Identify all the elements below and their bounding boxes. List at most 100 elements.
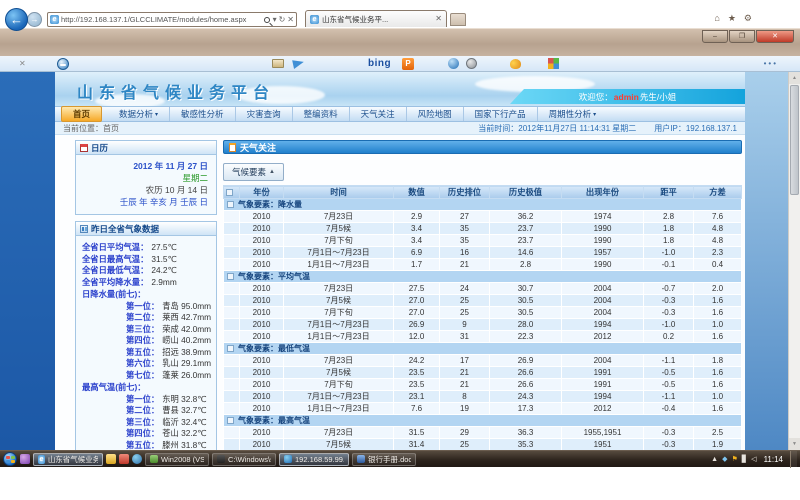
scroll-down-icon[interactable]: ▼ bbox=[789, 438, 800, 450]
table-row[interactable]: 20107月23日31.52936.31955,1951-0.32.5 bbox=[224, 427, 742, 439]
climate-element-button[interactable]: 气候要素 ▲ bbox=[223, 163, 284, 181]
nav-item-4[interactable]: 整编资料 bbox=[293, 107, 350, 121]
bird-icon[interactable] bbox=[510, 59, 521, 69]
camera-icon[interactable] bbox=[466, 58, 477, 69]
hidden-icons-arrow-icon[interactable]: ▲ bbox=[711, 456, 718, 463]
nav-item-0[interactable]: 首页 bbox=[61, 106, 102, 122]
group-row-2[interactable]: 气象要素：最低气温 bbox=[224, 343, 742, 355]
bing-logo[interactable]: bing bbox=[368, 58, 391, 69]
table-row[interactable]: 20101月1日～7月23日7.61917.32012-0.41.6 bbox=[224, 403, 742, 415]
network-icon[interactable]: ▊ bbox=[742, 455, 747, 463]
compatibility-icon[interactable] bbox=[57, 58, 69, 70]
url-text[interactable]: http://192.168.137.1/GLCCLIMATE/modules/… bbox=[61, 15, 262, 24]
group-row-1[interactable]: 气象要素：平均气温 bbox=[224, 271, 742, 283]
table-row[interactable]: 20107月23日27.52430.72004-0.72.0 bbox=[224, 283, 742, 295]
browser-scrollbar[interactable]: ▲ ▼ bbox=[788, 72, 800, 450]
group-checkbox[interactable] bbox=[227, 345, 234, 352]
quick-launch-icon[interactable] bbox=[20, 454, 30, 464]
favorites-star-icon[interactable]: ★ bbox=[728, 13, 736, 24]
refresh-icon[interactable]: ↻ bbox=[279, 16, 286, 24]
taskbar-clock[interactable]: 11:14 bbox=[764, 455, 783, 464]
table-row[interactable]: 20107月5候3.43523.719901.84.8 bbox=[224, 223, 742, 235]
nav-item-3[interactable]: 灾害查询 bbox=[236, 107, 293, 121]
nav-item-8[interactable]: 周期性分析▾ bbox=[538, 107, 608, 121]
table-row[interactable]: 20107月5候27.02530.52004-0.31.6 bbox=[224, 295, 742, 307]
home-icon[interactable]: ⌂ bbox=[714, 13, 719, 24]
volume-icon[interactable]: ◁ bbox=[751, 455, 756, 463]
maximize-button[interactable]: ❐ bbox=[729, 30, 755, 43]
column-header-3[interactable]: 历史排位 bbox=[440, 186, 490, 199]
contact-card-icon[interactable] bbox=[272, 59, 284, 68]
table-row[interactable]: 20101月1日～7月23日12.03122.320120.21.6 bbox=[224, 331, 742, 343]
plugin-icon[interactable] bbox=[548, 58, 559, 69]
autocomplete-dropdown-icon[interactable]: ▾ bbox=[273, 16, 277, 24]
table-row[interactable]: 20107月1日～7月23日26.9928.01994-1.01.0 bbox=[224, 319, 742, 331]
table-row[interactable]: 20107月下旬3.43523.719901.84.8 bbox=[224, 235, 742, 247]
table-row[interactable]: 20107月1日～7月23日6.91614.61957-1.02.3 bbox=[224, 247, 742, 259]
new-tab-button[interactable] bbox=[450, 13, 466, 26]
scrollbar-thumb[interactable] bbox=[790, 85, 799, 195]
group-checkbox[interactable] bbox=[227, 201, 234, 208]
cell-7: 1.0 bbox=[694, 319, 742, 331]
start-button[interactable] bbox=[3, 452, 17, 466]
media-player-icon[interactable] bbox=[119, 454, 129, 464]
browser-tab[interactable]: e 山东省气候业务平... ✕ bbox=[305, 10, 447, 27]
column-header-1[interactable]: 时间 bbox=[284, 186, 394, 199]
alert-flag-icon[interactable]: ⚑ bbox=[732, 455, 738, 463]
baidu-badge-icon[interactable]: P bbox=[402, 58, 414, 70]
cell-4: 30.7 bbox=[490, 283, 562, 295]
stop-icon[interactable]: ✕ bbox=[287, 16, 294, 24]
nav-item-2[interactable]: 敏感性分析 bbox=[170, 107, 236, 121]
group-row-3[interactable]: 气象要素：最高气温 bbox=[224, 415, 742, 427]
group-row-0[interactable]: 气象要素：降水量 bbox=[224, 199, 742, 211]
scroll-up-icon[interactable]: ▲ bbox=[789, 72, 800, 84]
table-row[interactable]: 20107月1日～7月23日23.1824.31994-1.11.0 bbox=[224, 391, 742, 403]
globe-icon[interactable] bbox=[448, 58, 459, 69]
taskbar-window-1[interactable]: C:\Windows\s... bbox=[212, 453, 276, 466]
overflow-dots-icon[interactable]: ••• bbox=[764, 59, 778, 68]
show-desktop-button[interactable] bbox=[790, 451, 797, 468]
taskbar-window-2[interactable]: 192.168.59.99... bbox=[279, 453, 349, 466]
column-header-5[interactable]: 出现年份 bbox=[562, 186, 644, 199]
group-checkbox[interactable] bbox=[227, 417, 234, 424]
folder-icon[interactable] bbox=[106, 454, 116, 464]
group-checkbox[interactable] bbox=[227, 273, 234, 280]
tab-close-icon[interactable]: ✕ bbox=[435, 15, 442, 23]
nav-item-6[interactable]: 风险地图 bbox=[407, 107, 464, 121]
column-header-0[interactable]: 年份 bbox=[240, 186, 284, 199]
table-row[interactable]: 20107月5候23.52126.61991-0.51.6 bbox=[224, 367, 742, 379]
close-button[interactable]: ✕ bbox=[756, 30, 794, 43]
taskbar-window-icon bbox=[150, 455, 158, 463]
rank-item: 第三位：临沂 32.4℃ bbox=[82, 417, 214, 429]
table-row[interactable]: 20101月1日～7月23日1.7212.81990-0.10.4 bbox=[224, 259, 742, 271]
user-ip: 用户IP：192.168.137.1 bbox=[654, 123, 737, 134]
app-icon[interactable] bbox=[132, 454, 142, 464]
back-button[interactable]: ← bbox=[5, 8, 28, 31]
nav-item-5[interactable]: 天气关注 bbox=[350, 107, 407, 121]
search-icon[interactable] bbox=[264, 17, 270, 23]
cell-5: 1955,1951 bbox=[562, 427, 644, 439]
tools-gear-icon[interactable]: ⚙ bbox=[744, 13, 752, 24]
column-header-2[interactable]: 数值 bbox=[394, 186, 440, 199]
table-row[interactable]: 20107月下旬23.52126.61991-0.51.6 bbox=[224, 379, 742, 391]
forward-button[interactable]: → bbox=[27, 12, 42, 27]
taskbar-active-window[interactable]: e 山东省气候业务平... bbox=[33, 453, 103, 466]
nav-item-7[interactable]: 国家下行产品 bbox=[464, 107, 538, 121]
column-header-6[interactable]: 距平 bbox=[644, 186, 694, 199]
column-header-7[interactable]: 方差 bbox=[694, 186, 742, 199]
row-indent-cell bbox=[224, 439, 240, 451]
send-plane-icon[interactable] bbox=[292, 58, 305, 69]
table-row[interactable]: 20107月23日2.92736.219742.87.6 bbox=[224, 211, 742, 223]
select-all-checkbox[interactable] bbox=[226, 189, 233, 196]
nav-item-1[interactable]: 数据分析▾ bbox=[108, 107, 170, 121]
table-row[interactable]: 20107月下旬27.02530.52004-0.31.6 bbox=[224, 307, 742, 319]
taskbar-window-3[interactable]: 银行手册.docx ... bbox=[352, 453, 416, 466]
taskbar-window-0[interactable]: Win2008 (VS2... bbox=[145, 453, 209, 466]
address-bar[interactable]: e http://192.168.137.1/GLCCLIMATE/module… bbox=[47, 12, 297, 27]
column-header-4[interactable]: 历史极值 bbox=[490, 186, 562, 199]
table-row[interactable]: 20107月5候31.42535.31951-0.31.9 bbox=[224, 439, 742, 451]
update-icon[interactable]: ◆ bbox=[722, 455, 727, 463]
table-row[interactable]: 20107月23日24.21726.92004-1.11.8 bbox=[224, 355, 742, 367]
minimize-button[interactable]: – bbox=[702, 30, 728, 43]
close-toolbar-icon[interactable]: ✕ bbox=[19, 59, 26, 68]
